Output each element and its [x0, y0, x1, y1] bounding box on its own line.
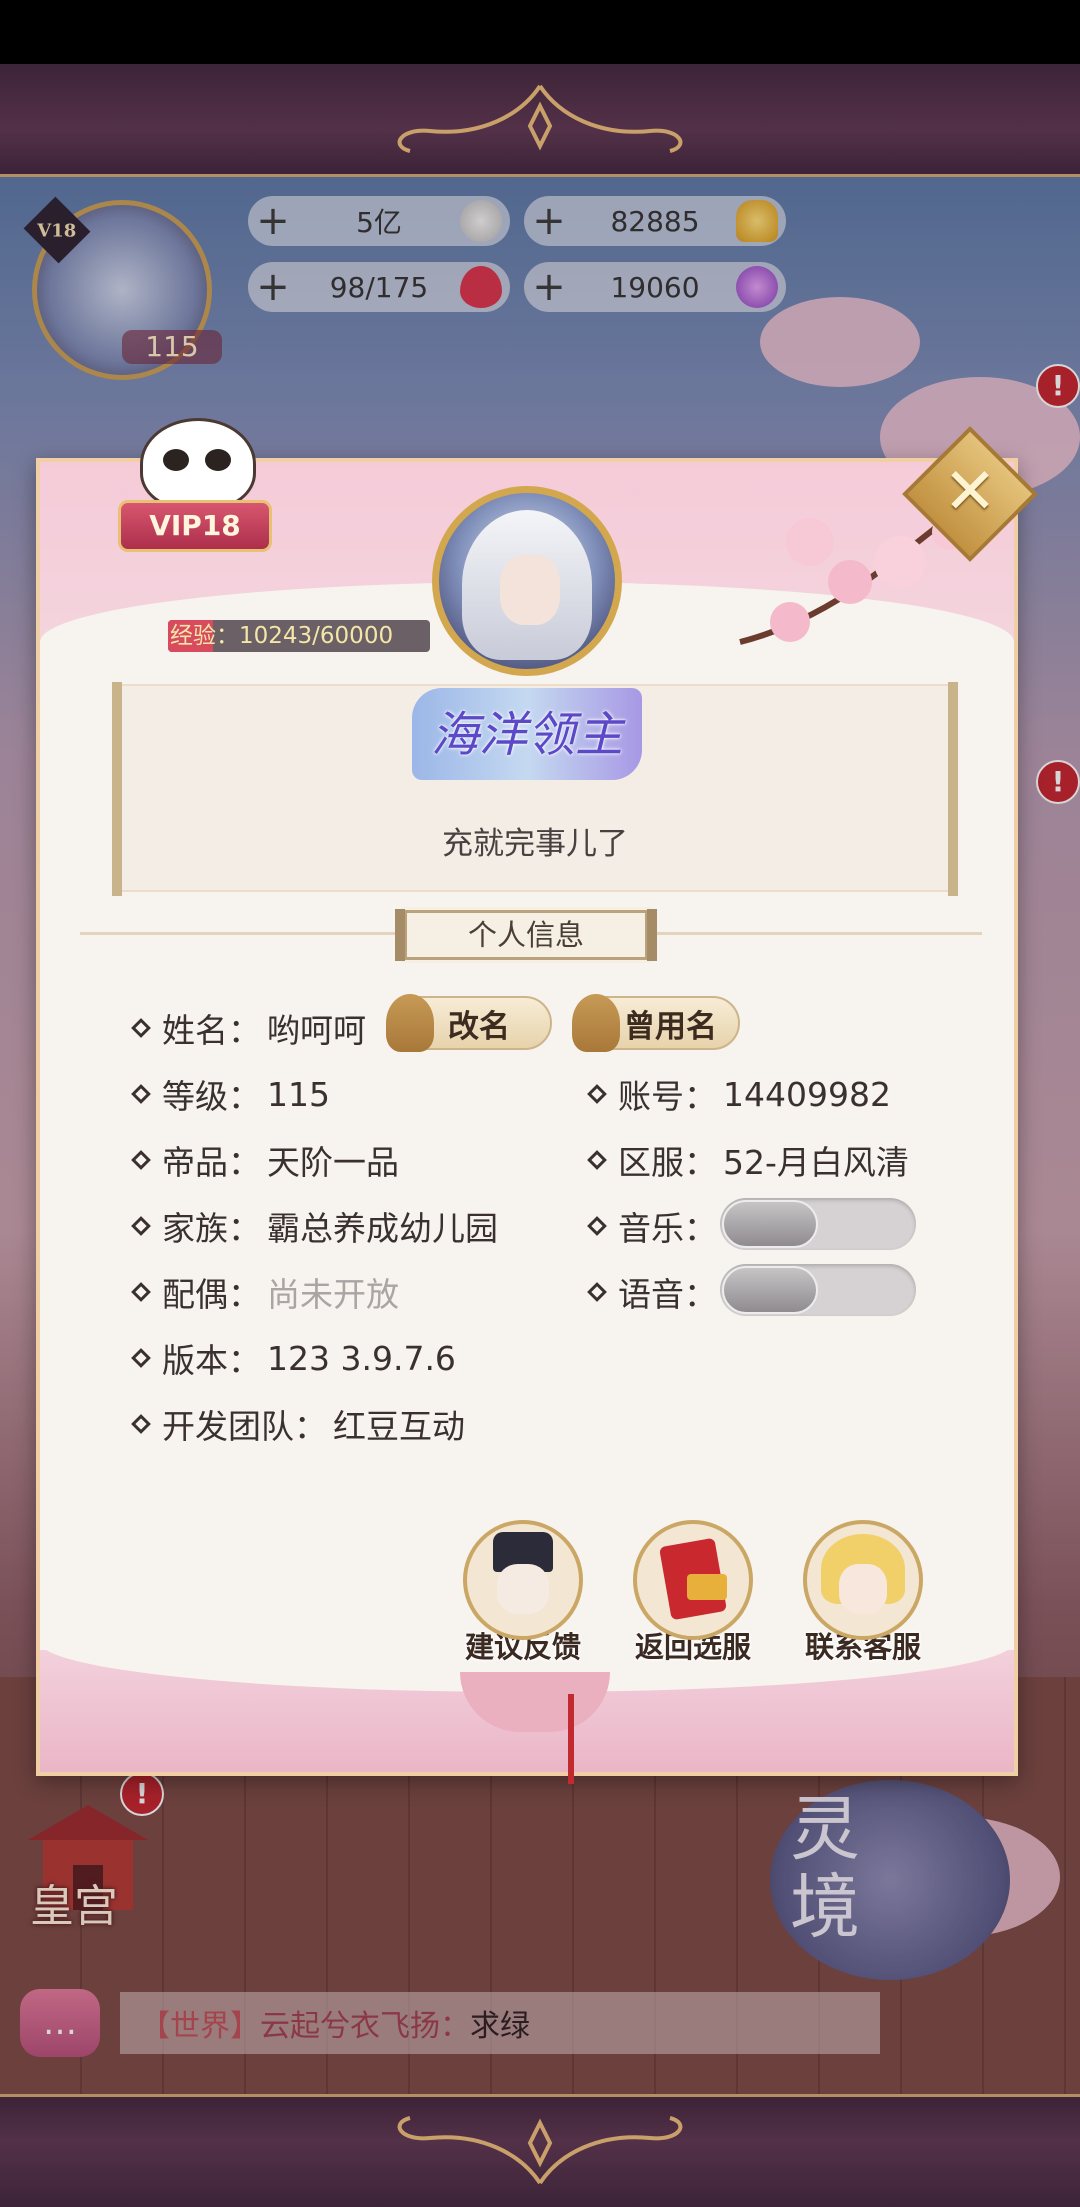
section-title: 个人信息	[395, 907, 657, 963]
info-row-spouse: 配偶： 尚未开放	[131, 1268, 399, 1316]
diamond-bullet-icon	[587, 1216, 607, 1236]
info-row-account: 账号： 14409982	[587, 1070, 891, 1118]
music-toggle[interactable]	[720, 1198, 916, 1250]
info-value: 霸总养成幼儿园	[267, 1209, 498, 1248]
vip-badge: VIP18	[118, 500, 272, 552]
diamond-bullet-icon	[131, 1216, 151, 1236]
info-value: 115	[267, 1074, 330, 1114]
rename-label: 改名	[448, 1008, 510, 1045]
exp-label: 经验：10243/60000	[170, 623, 394, 649]
lucky-cat-icon	[140, 418, 256, 510]
info-value: 天阶一品	[267, 1143, 399, 1182]
info-label: 家族：	[162, 1209, 261, 1248]
diamond-bullet-icon	[131, 1348, 151, 1368]
info-row-developer: 开发团队： 红豆互动	[131, 1400, 465, 1448]
customer-service-icon	[803, 1520, 923, 1640]
info-value: 哟呵呵	[267, 1011, 366, 1050]
scroll-icon	[386, 994, 434, 1052]
info-label: 账号：	[618, 1077, 717, 1116]
scroll-bar-right	[948, 682, 958, 896]
feedback-advisor-icon	[463, 1520, 583, 1640]
former-names-button[interactable]: 曾用名	[572, 994, 740, 1052]
cat-eye	[205, 449, 231, 471]
feedback-button[interactable]: 建议反馈	[458, 1520, 588, 1670]
former-names-label: 曾用名	[624, 1008, 717, 1045]
top-frame	[0, 64, 1080, 177]
toggle-knob[interactable]	[722, 1266, 818, 1314]
scroll-bar-left	[112, 682, 122, 896]
diamond-bullet-icon	[131, 1018, 151, 1038]
player-motto[interactable]: 充就完事儿了	[116, 818, 954, 863]
diamond-bullet-icon	[587, 1150, 607, 1170]
info-value: 123 3.9.7.6	[267, 1338, 456, 1378]
info-row-name: 姓名： 哟呵呵	[131, 1004, 366, 1052]
info-value: 红豆互动	[333, 1407, 465, 1446]
person-icon	[572, 994, 620, 1052]
portrait-face	[500, 555, 560, 625]
info-value: 尚未开放	[267, 1275, 399, 1314]
info-label: 版本：	[162, 1341, 261, 1380]
contact-support-button[interactable]: 联系客服	[798, 1520, 928, 1670]
info-row-music: 音乐：	[587, 1202, 717, 1250]
diamond-bullet-icon	[131, 1150, 151, 1170]
diamond-bullet-icon	[131, 1414, 151, 1434]
info-row-version: 版本： 123 3.9.7.6	[131, 1334, 456, 1382]
info-label: 区服：	[618, 1143, 717, 1182]
cat-eye	[163, 449, 189, 471]
red-cord-decoration	[568, 1694, 574, 1784]
info-row-voice: 语音：	[587, 1268, 717, 1316]
info-label: 语音：	[618, 1275, 717, 1314]
info-row-server: 区服： 52-月白风清	[587, 1136, 909, 1184]
diamond-bullet-icon	[587, 1084, 607, 1104]
info-label: 帝品：	[162, 1143, 261, 1182]
server-select-book-icon	[633, 1520, 753, 1640]
diamond-bullet-icon	[131, 1084, 151, 1104]
diamond-bullet-icon	[587, 1282, 607, 1302]
status-bar	[0, 0, 1080, 64]
ornament-icon	[397, 2116, 683, 2185]
return-server-select-button[interactable]: 返回选服	[628, 1520, 758, 1670]
info-label: 音乐：	[618, 1209, 717, 1248]
info-value: 14409982	[723, 1074, 891, 1114]
info-row-family: 家族： 霸总养成幼儿园	[131, 1202, 498, 1250]
diamond-bullet-icon	[131, 1282, 151, 1302]
info-label: 配偶：	[162, 1275, 261, 1314]
voice-toggle[interactable]	[720, 1264, 916, 1316]
rename-button[interactable]: 改名	[386, 994, 552, 1052]
info-label: 开发团队：	[162, 1407, 327, 1446]
info-value: 52-月白风清	[723, 1143, 909, 1182]
info-row-level: 等级： 115	[131, 1070, 330, 1118]
ornament-icon	[397, 84, 683, 153]
toggle-knob[interactable]	[722, 1200, 818, 1248]
close-icon[interactable]: ✕	[922, 444, 1018, 540]
title-badge-text: 海洋领主	[430, 707, 623, 763]
info-row-rank: 帝品： 天阶一品	[131, 1136, 399, 1184]
info-label: 等级：	[162, 1077, 261, 1116]
bottom-frame	[0, 2094, 1080, 2207]
info-label: 姓名：	[162, 1011, 261, 1050]
